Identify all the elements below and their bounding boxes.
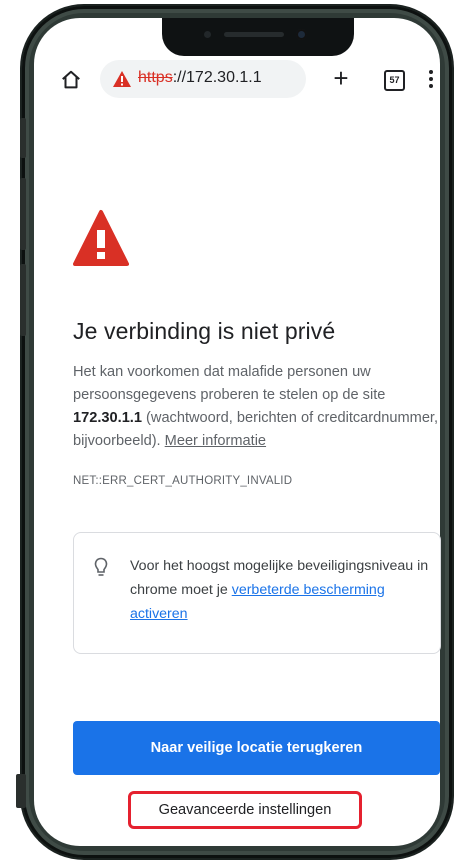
url-scheme: https xyxy=(138,69,173,86)
lightbulb-icon xyxy=(94,557,108,576)
phone-side-button xyxy=(20,264,26,336)
page-title: Je verbinding is niet privé xyxy=(73,318,336,344)
browser-toolbar: https://172.30.1.1 + 57 xyxy=(34,58,440,102)
phone-side-button xyxy=(16,774,26,808)
enhanced-protection-card: Voor het hoogst mogelijke beveiligingsni… xyxy=(73,532,441,654)
host-name: 172.30.1.1 xyxy=(73,410,142,426)
plus-icon[interactable]: + xyxy=(330,65,352,92)
speaker-grille xyxy=(224,32,284,37)
more-info-link[interactable]: Meer informatie xyxy=(165,433,266,449)
front-camera xyxy=(296,29,307,40)
address-bar[interactable]: https://172.30.1.1 xyxy=(100,60,306,98)
url-text: https://172.30.1.1 xyxy=(138,69,262,87)
url-host: ://172.30.1.1 xyxy=(172,69,262,86)
warning-triangle-icon xyxy=(73,210,129,266)
advanced-settings-button[interactable]: Geavanceerde instellingen xyxy=(128,791,362,829)
sensor-dot xyxy=(204,31,211,38)
tab-switcher-icon[interactable]: 57 xyxy=(384,70,405,91)
error-code: NET::ERR_CERT_AUTHORITY_INVALID xyxy=(73,475,293,487)
enhanced-protection-text: Voor het hoogst mogelijke beveiligingsni… xyxy=(130,554,430,626)
description-text: Het kan voorkomen dat malafide personen … xyxy=(73,364,386,403)
phone-side-button xyxy=(20,178,26,250)
home-icon[interactable] xyxy=(60,69,82,91)
not-secure-warning-icon[interactable] xyxy=(112,70,132,88)
back-to-safety-button[interactable]: Naar veilige locatie terugkeren xyxy=(73,721,440,775)
phone-side-button xyxy=(20,118,26,158)
tab-count: 57 xyxy=(389,75,400,85)
phone-notch xyxy=(162,18,354,56)
warning-description: Het kan voorkomen dat malafide personen … xyxy=(73,361,443,453)
more-vert-icon[interactable] xyxy=(427,68,435,90)
